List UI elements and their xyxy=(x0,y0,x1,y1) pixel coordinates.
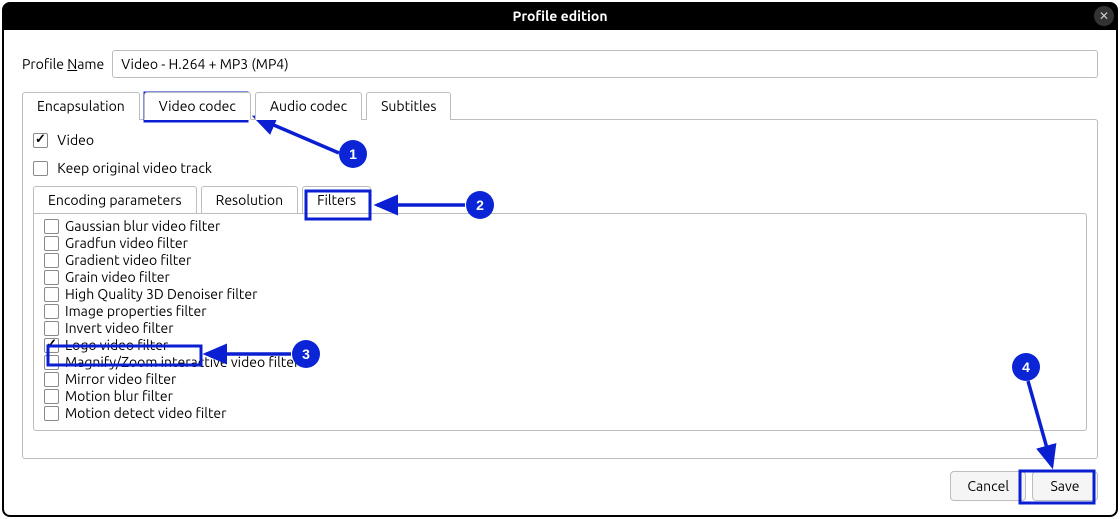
filter-label: Invert video filter xyxy=(65,320,174,337)
filter-checkbox[interactable] xyxy=(44,321,59,336)
filter-row-logo: Logo video filter xyxy=(38,337,1082,354)
video-codec-page: Video Keep original video track Encoding… xyxy=(22,119,1098,459)
dialog-body: Profile Name Encapsulation Video codec A… xyxy=(2,30,1118,517)
tab-filters[interactable]: Filters xyxy=(302,186,371,214)
filter-checkbox[interactable] xyxy=(44,287,59,302)
filter-label: Gradfun video filter xyxy=(65,235,188,252)
filter-checkbox[interactable] xyxy=(44,304,59,319)
window-title: Profile edition xyxy=(512,8,607,24)
filter-label: Magnify/Zoom interactive video filter xyxy=(65,354,299,371)
profile-name-row: Profile Name xyxy=(22,50,1098,78)
filter-row: Gaussian blur video filter xyxy=(38,218,1082,235)
filter-checkbox[interactable] xyxy=(44,253,59,268)
filter-label: Gaussian blur video filter xyxy=(65,218,220,235)
filter-label: Motion blur filter xyxy=(65,388,173,405)
filter-label: Image properties filter xyxy=(65,303,207,320)
filter-checkbox[interactable] xyxy=(44,372,59,387)
inner-tabs: Encoding parameters Resolution Filters xyxy=(33,186,1087,214)
profile-name-label: Profile Name xyxy=(22,56,104,72)
filter-label: Motion detect video filter xyxy=(65,405,226,422)
video-checkbox[interactable] xyxy=(33,133,48,148)
dialog-footer: Cancel Save xyxy=(950,471,1098,501)
filter-row: Motion detect video filter xyxy=(38,405,1082,422)
video-enable-row: Video xyxy=(33,132,1087,148)
filter-label: Logo video filter xyxy=(65,337,168,354)
filter-row: Motion blur filter xyxy=(38,388,1082,405)
keep-original-row: Keep original video track xyxy=(33,160,1087,176)
tab-video-codec[interactable]: Video codec xyxy=(144,92,251,120)
cancel-button[interactable]: Cancel xyxy=(950,471,1026,501)
title-bar: Profile edition ✕ xyxy=(2,2,1118,30)
save-button[interactable]: Save xyxy=(1032,471,1098,501)
tab-resolution[interactable]: Resolution xyxy=(201,186,298,214)
keep-original-label: Keep original video track xyxy=(57,160,212,176)
filter-row: Invert video filter xyxy=(38,320,1082,337)
filter-label: Mirror video filter xyxy=(65,371,176,388)
tab-audio-codec[interactable]: Audio codec xyxy=(255,92,362,120)
close-icon[interactable]: ✕ xyxy=(1094,6,1114,26)
filter-checkbox[interactable] xyxy=(44,338,59,353)
main-notebook: Encapsulation Video codec Audio codec Su… xyxy=(22,92,1098,459)
main-tabs: Encapsulation Video codec Audio codec Su… xyxy=(22,92,1098,120)
filter-checkbox[interactable] xyxy=(44,219,59,234)
profile-name-input[interactable] xyxy=(112,50,1098,78)
filter-checkbox[interactable] xyxy=(44,389,59,404)
filter-checkbox[interactable] xyxy=(44,406,59,421)
filter-checkbox[interactable] xyxy=(44,355,59,370)
filter-label: Gradient video filter xyxy=(65,252,191,269)
filter-row: Mirror video filter xyxy=(38,371,1082,388)
tab-encoding-parameters[interactable]: Encoding parameters xyxy=(33,186,197,214)
filter-checkbox[interactable] xyxy=(44,270,59,285)
filter-row: Magnify/Zoom interactive video filter xyxy=(38,354,1082,371)
filter-label: Grain video filter xyxy=(65,269,170,286)
tab-subtitles[interactable]: Subtitles xyxy=(366,92,451,120)
filter-row: Gradient video filter xyxy=(38,252,1082,269)
filter-label: High Quality 3D Denoiser filter xyxy=(65,286,257,303)
filter-row: Image properties filter xyxy=(38,303,1082,320)
filter-list[interactable]: Gaussian blur video filter Gradfun video… xyxy=(38,218,1082,426)
filter-row: Gradfun video filter xyxy=(38,235,1082,252)
tab-encapsulation[interactable]: Encapsulation xyxy=(22,92,140,120)
keep-original-checkbox[interactable] xyxy=(33,161,48,176)
filter-checkbox[interactable] xyxy=(44,236,59,251)
filters-page: Gaussian blur video filter Gradfun video… xyxy=(33,213,1087,431)
filter-row: High Quality 3D Denoiser filter xyxy=(38,286,1082,303)
video-checkbox-label: Video xyxy=(57,132,94,148)
filter-row: Grain video filter xyxy=(38,269,1082,286)
